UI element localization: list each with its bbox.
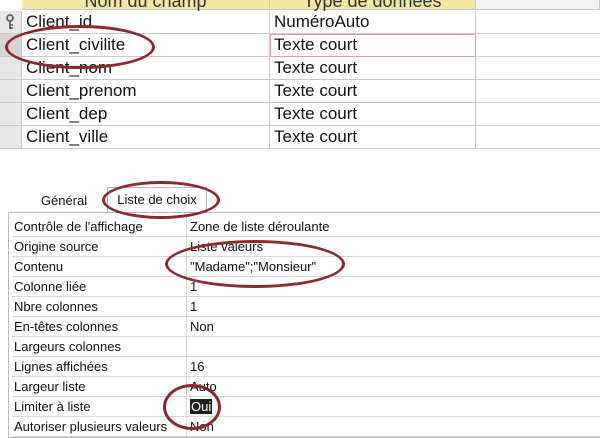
field-name-cell[interactable]: Client_ville bbox=[22, 126, 270, 149]
property-label: En-têtes colonnes bbox=[12, 317, 187, 336]
description-cell[interactable] bbox=[476, 126, 600, 149]
property-value[interactable]: 1 bbox=[188, 297, 600, 316]
field-name-cell[interactable]: Client_prenom bbox=[22, 80, 270, 103]
property-value[interactable]: Oui bbox=[188, 397, 600, 416]
property-row[interactable]: Autoriser plusieurs valeurs Non bbox=[12, 417, 600, 437]
field-design-grid: Nom du champ Type de données Client_id N… bbox=[0, 0, 600, 156]
property-label: Contenu bbox=[12, 257, 187, 276]
annotation-ellipse bbox=[165, 240, 345, 288]
property-row[interactable]: Largeurs colonnes bbox=[12, 337, 600, 357]
property-label: Colonne liée bbox=[12, 277, 187, 296]
annotation-ellipse bbox=[5, 25, 155, 69]
property-label: Autoriser plusieurs valeurs bbox=[12, 417, 187, 436]
field-name-cell[interactable]: Client_dep bbox=[22, 103, 270, 126]
property-label: Largeurs colonnes bbox=[12, 337, 187, 356]
row-selector[interactable] bbox=[0, 126, 22, 149]
row-selector[interactable] bbox=[0, 57, 22, 80]
data-type-cell[interactable]: Texte court bbox=[270, 57, 476, 80]
property-label: Origine source bbox=[12, 237, 187, 256]
property-row[interactable]: Nbre colonnes 1 bbox=[12, 297, 600, 317]
property-value[interactable]: Zone de liste déroulante bbox=[188, 217, 600, 236]
property-value[interactable]: Auto bbox=[188, 377, 600, 396]
column-header-description[interactable] bbox=[476, 0, 600, 10]
row-selector[interactable] bbox=[0, 11, 22, 34]
description-cell[interactable] bbox=[476, 11, 600, 34]
data-type-cell[interactable]: Texte court bbox=[270, 80, 476, 103]
description-cell[interactable] bbox=[476, 80, 600, 103]
property-value[interactable] bbox=[188, 337, 600, 356]
property-row[interactable]: Contrôle de l'affichage Zone de liste dé… bbox=[12, 217, 600, 237]
property-label: Lignes affichées bbox=[12, 357, 187, 376]
annotation-ellipse bbox=[102, 181, 220, 219]
description-cell[interactable] bbox=[476, 57, 600, 80]
data-type-cell[interactable]: Texte court bbox=[270, 126, 476, 149]
property-value[interactable]: Non bbox=[188, 417, 600, 436]
property-row[interactable]: Lignes affichées 16 bbox=[12, 357, 600, 377]
annotation-ellipse bbox=[163, 384, 221, 430]
description-cell[interactable] bbox=[476, 103, 600, 126]
tab-general[interactable]: Général bbox=[24, 191, 104, 213]
property-label: Limiter à liste bbox=[12, 397, 187, 416]
property-row[interactable]: En-têtes colonnes Non bbox=[12, 317, 600, 337]
description-cell[interactable] bbox=[476, 34, 600, 57]
column-header-data-type[interactable]: Type de données bbox=[270, 0, 476, 11]
row-selector[interactable] bbox=[0, 103, 22, 126]
property-label: Nbre colonnes bbox=[12, 297, 187, 316]
property-label: Contrôle de l'affichage bbox=[12, 217, 187, 236]
property-label: Largeur liste bbox=[12, 377, 187, 396]
property-row[interactable]: Limiter à liste Oui bbox=[12, 397, 600, 417]
row-selector[interactable] bbox=[0, 80, 22, 103]
column-header-field-name[interactable]: Nom du champ bbox=[22, 0, 270, 11]
data-type-cell[interactable]: NuméroAuto bbox=[270, 11, 476, 34]
property-value[interactable]: Non bbox=[188, 317, 600, 336]
key-icon bbox=[6, 14, 14, 29]
data-type-cell[interactable]: Texte court bbox=[270, 103, 476, 126]
data-type-cell[interactable]: Texte court bbox=[270, 34, 476, 57]
property-value[interactable]: 16 bbox=[188, 357, 600, 376]
property-row[interactable]: Largeur liste Auto bbox=[12, 377, 600, 397]
